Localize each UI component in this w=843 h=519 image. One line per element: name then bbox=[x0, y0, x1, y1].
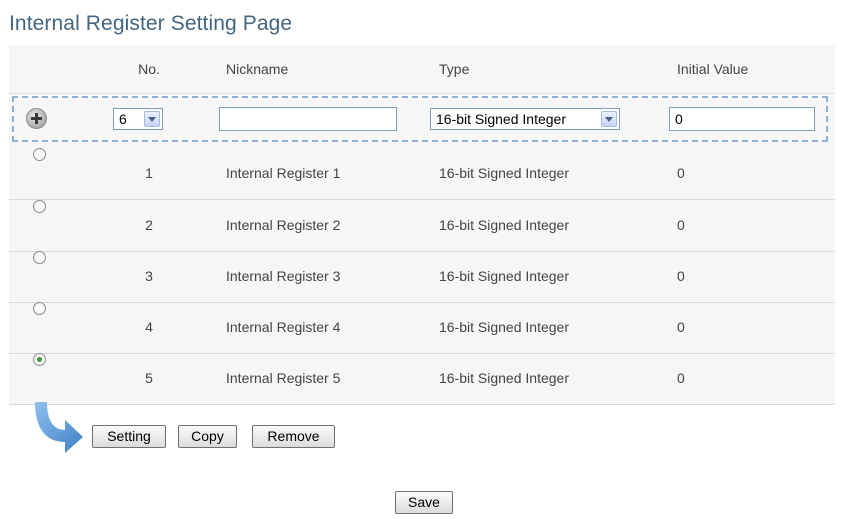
new-register-row: 6 16-bit Signed Integer bbox=[12, 96, 828, 142]
row-nickname: Internal Register 2 bbox=[226, 217, 341, 233]
row-no: 5 bbox=[145, 370, 153, 386]
row-no: 4 bbox=[145, 319, 153, 335]
row-nickname: Internal Register 5 bbox=[226, 370, 341, 386]
row-initial-value: 0 bbox=[677, 370, 685, 386]
row-radio[interactable] bbox=[33, 148, 46, 161]
copy-button[interactable]: Copy bbox=[178, 425, 237, 448]
row-radio[interactable] bbox=[33, 200, 46, 213]
row-initial-value: 0 bbox=[677, 319, 685, 335]
row-initial-value: 0 bbox=[677, 217, 685, 233]
type-select[interactable]: 16-bit Signed Integer bbox=[430, 108, 620, 130]
chevron-down-icon bbox=[144, 111, 160, 127]
row-no: 3 bbox=[145, 268, 153, 284]
table-row[interactable]: 5 Internal Register 5 16-bit Signed Inte… bbox=[9, 353, 835, 405]
table-header: No. Nickname Type Initial Value bbox=[9, 45, 835, 94]
table-row[interactable]: 1 Internal Register 1 16-bit Signed Inte… bbox=[9, 148, 835, 200]
header-no: No. bbox=[138, 61, 160, 77]
nickname-field[interactable] bbox=[219, 107, 397, 131]
row-radio-selected[interactable] bbox=[33, 353, 46, 366]
row-initial-value: 0 bbox=[677, 268, 685, 284]
row-no: 1 bbox=[145, 165, 153, 181]
header-nickname: Nickname bbox=[226, 61, 289, 77]
table-row[interactable]: 3 Internal Register 3 16-bit Signed Inte… bbox=[9, 251, 835, 303]
row-nickname: Internal Register 1 bbox=[226, 165, 341, 181]
no-select[interactable]: 6 bbox=[113, 108, 163, 130]
row-type: 16-bit Signed Integer bbox=[439, 217, 569, 233]
row-no: 2 bbox=[145, 217, 153, 233]
row-type: 16-bit Signed Integer bbox=[439, 370, 569, 386]
header-type: Type bbox=[439, 61, 470, 77]
row-radio[interactable] bbox=[33, 302, 46, 315]
save-button[interactable]: Save bbox=[395, 491, 453, 514]
header-initial-value: Initial Value bbox=[677, 61, 749, 77]
row-radio[interactable] bbox=[33, 251, 46, 264]
row-nickname: Internal Register 3 bbox=[226, 268, 341, 284]
row-nickname: Internal Register 4 bbox=[226, 319, 341, 335]
curved-arrow-icon bbox=[35, 402, 83, 453]
table-row[interactable]: 2 Internal Register 2 16-bit Signed Inte… bbox=[9, 200, 835, 252]
row-type: 16-bit Signed Integer bbox=[439, 319, 569, 335]
setting-button[interactable]: Setting bbox=[92, 425, 166, 448]
row-type: 16-bit Signed Integer bbox=[439, 165, 569, 181]
chevron-down-icon bbox=[601, 111, 617, 127]
initial-value-field[interactable] bbox=[669, 107, 815, 131]
remove-button[interactable]: Remove bbox=[252, 425, 335, 448]
add-icon[interactable] bbox=[26, 108, 47, 129]
page-title: Internal Register Setting Page bbox=[9, 12, 293, 35]
table-row[interactable]: 4 Internal Register 4 16-bit Signed Inte… bbox=[9, 302, 835, 354]
row-type: 16-bit Signed Integer bbox=[439, 268, 569, 284]
row-initial-value: 0 bbox=[677, 165, 685, 181]
